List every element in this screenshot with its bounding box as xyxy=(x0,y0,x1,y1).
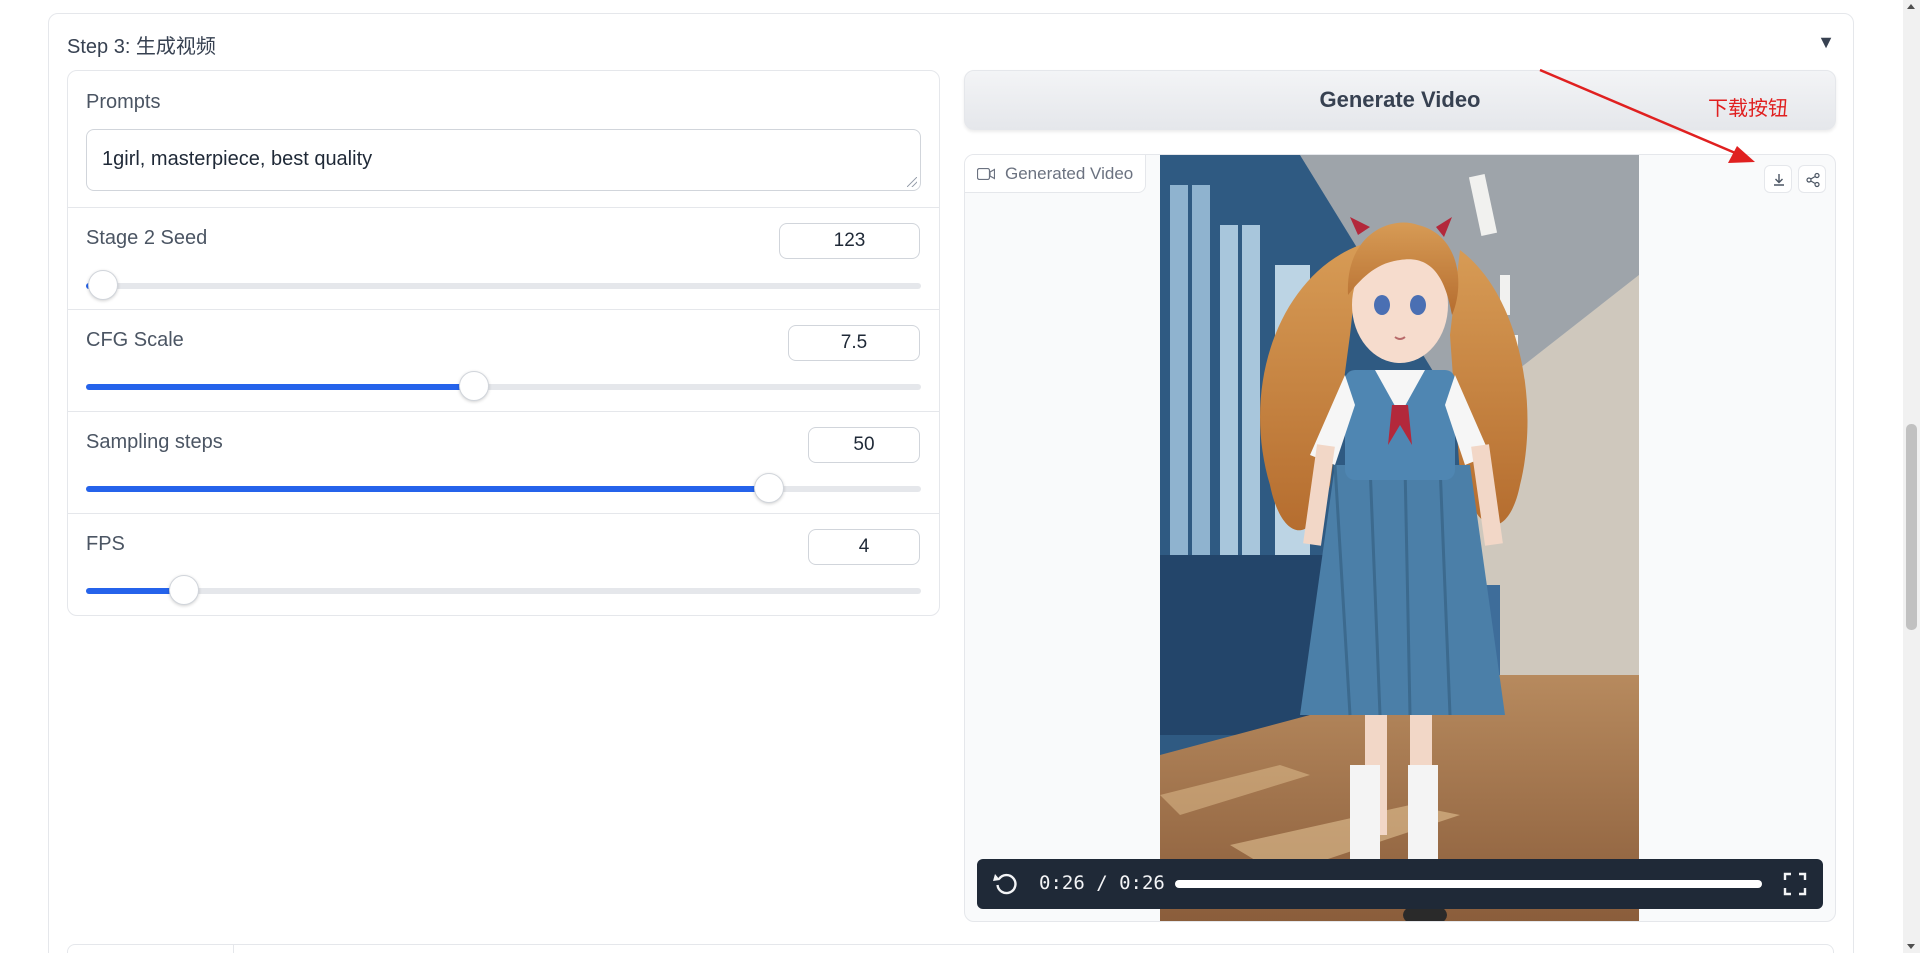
scroll-thumb[interactable] xyxy=(1906,424,1917,630)
fullscreen-icon[interactable] xyxy=(1783,872,1807,896)
stage2-seed-slider[interactable] xyxy=(86,270,921,300)
replay-icon[interactable] xyxy=(993,871,1019,897)
download-button[interactable] xyxy=(1764,165,1792,193)
slider-block-cfg-scale: CFG Scale 7.5 xyxy=(68,310,939,412)
slider-thumb[interactable] xyxy=(87,270,118,300)
video-frame-image xyxy=(1160,155,1639,921)
share-button[interactable] xyxy=(1798,165,1826,193)
camera-icon xyxy=(977,168,995,180)
settings-panel: Prompts 1girl, masterpiece, best quality… xyxy=(67,70,940,616)
sampling-steps-slider[interactable] xyxy=(86,473,921,503)
fps-number-input[interactable]: 4 xyxy=(808,529,920,565)
slider-label: Sampling steps xyxy=(86,431,223,453)
resize-handle-icon[interactable] xyxy=(907,177,917,187)
video-output-panel: Generated Video 0:26 / 0:26 xyxy=(964,154,1836,922)
scroll-down-icon[interactable] xyxy=(1907,944,1915,949)
page: Step 3: 生成视频 ▼ Prompts 1girl, masterpiec… xyxy=(0,0,1920,953)
video-player[interactable] xyxy=(1160,155,1639,921)
video-progress-bar[interactable] xyxy=(1175,880,1762,888)
accordion-title[interactable]: Step 3: 生成视频 xyxy=(67,30,216,59)
slider-label: CFG Scale xyxy=(86,329,184,351)
slider-thumb[interactable] xyxy=(168,575,199,605)
slider-block-sampling-steps: Sampling steps 50 xyxy=(68,412,939,514)
slider-fill xyxy=(86,384,475,390)
annotation-label: 下载按钮 xyxy=(1708,98,1788,120)
generate-video-button[interactable]: Generate Video xyxy=(964,70,1836,130)
cfg-scale-slider[interactable] xyxy=(86,371,921,401)
steps-number-input[interactable]: 50 xyxy=(808,427,920,463)
slider-block-stage2-seed: Stage 2 Seed 123 xyxy=(68,208,939,310)
seed-number-input[interactable]: 123 xyxy=(779,223,920,259)
slider-thumb[interactable] xyxy=(754,473,785,503)
video-label: Generated Video xyxy=(965,155,1147,193)
fps-slider[interactable] xyxy=(86,575,921,605)
scroll-up-icon[interactable] xyxy=(1907,4,1915,9)
next-section-block xyxy=(67,944,1834,953)
video-controls: 0:26 / 0:26 xyxy=(977,859,1823,909)
prompts-input[interactable]: 1girl, masterpiece, best quality xyxy=(86,129,921,191)
slider-label: FPS xyxy=(86,533,125,555)
video-label-text: Generated Video xyxy=(1005,164,1134,183)
download-icon xyxy=(1774,174,1784,186)
cfg-number-input[interactable]: 7.5 xyxy=(788,325,920,361)
next-section-tab-divider xyxy=(233,945,234,953)
page-scrollbar[interactable] xyxy=(1903,0,1920,953)
slider-fill xyxy=(86,486,770,492)
prompts-label: Prompts xyxy=(86,91,161,113)
video-time: 0:26 / 0:26 xyxy=(1039,872,1165,894)
slider-block-fps: FPS 4 xyxy=(68,514,939,615)
prompts-value: 1girl, masterpiece, best quality xyxy=(102,148,373,170)
slider-label: Stage 2 Seed xyxy=(86,227,208,249)
share-icon xyxy=(1806,172,1820,188)
prompts-block: Prompts 1girl, masterpiece, best quality xyxy=(68,71,939,208)
collapse-toggle-icon[interactable]: ▼ xyxy=(1817,32,1835,53)
